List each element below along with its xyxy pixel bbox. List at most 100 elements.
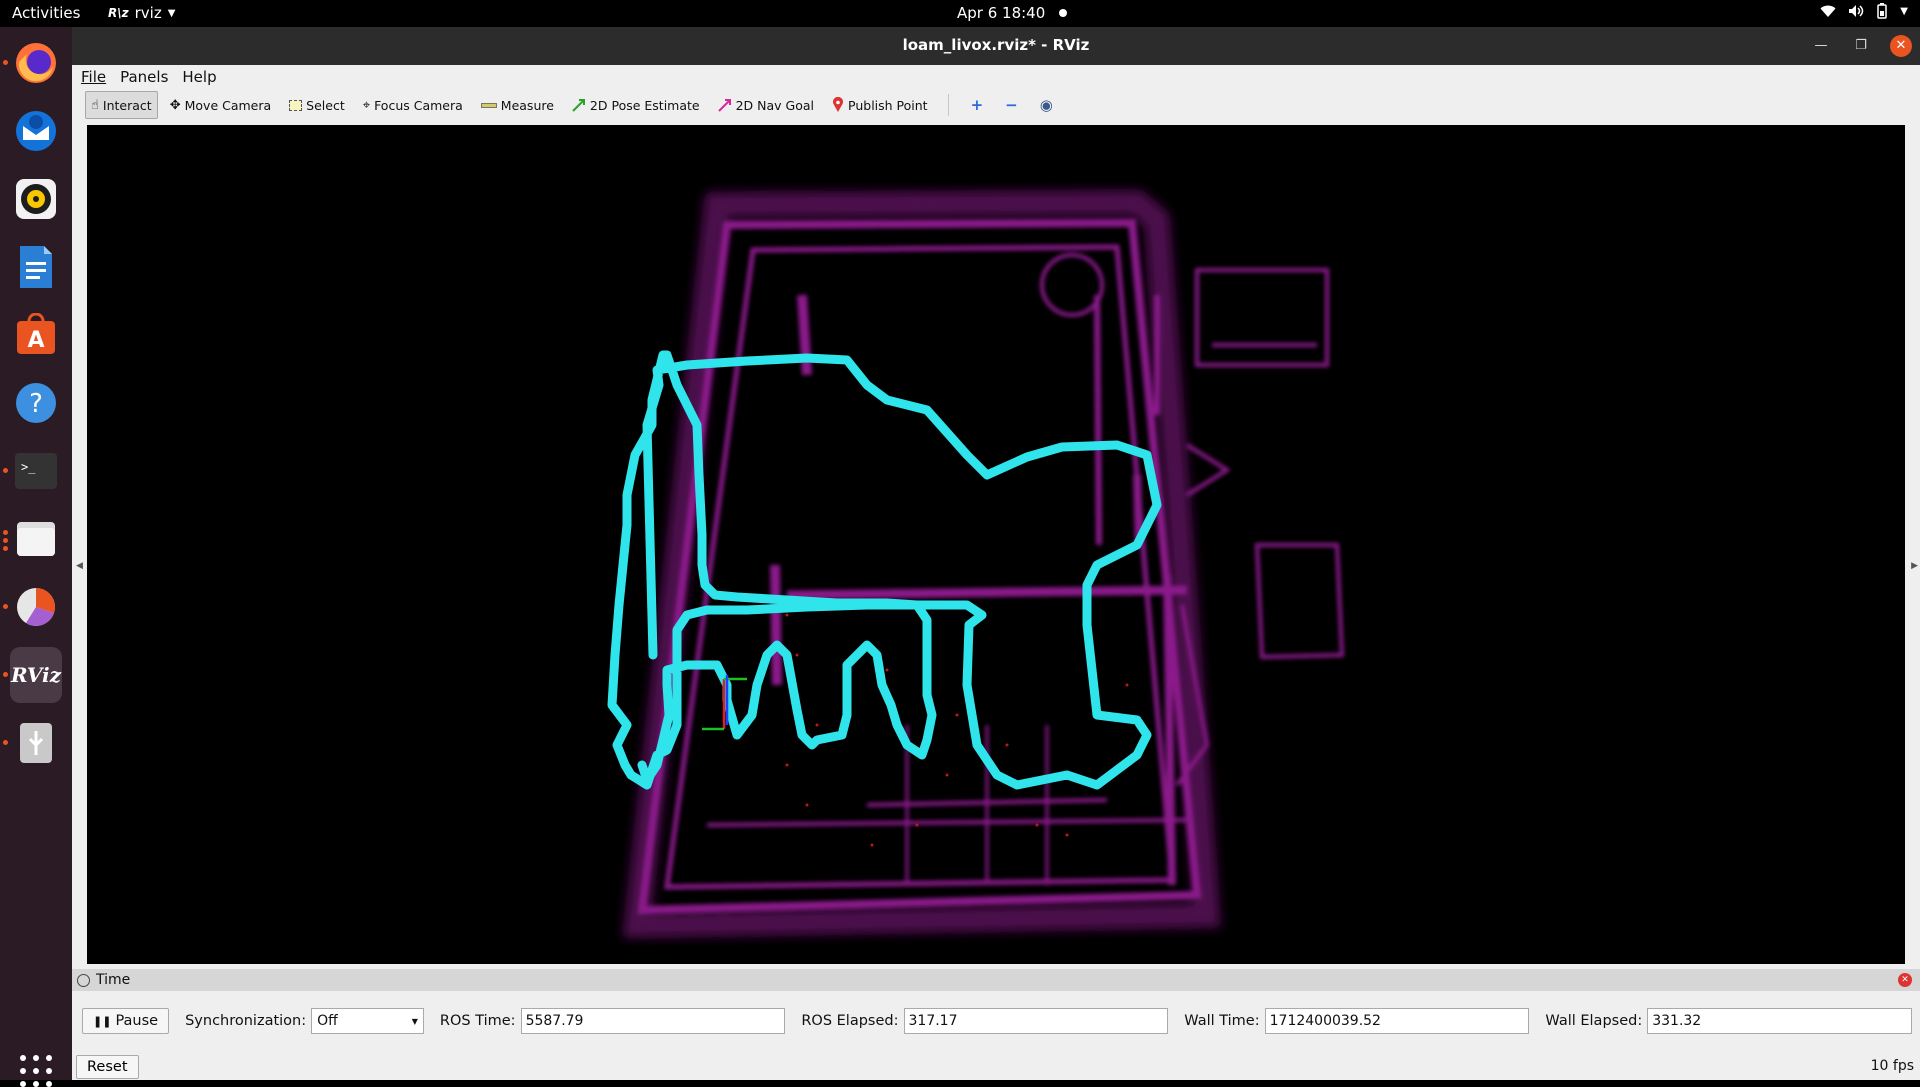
publish-point-tool-button[interactable]: Publish Point <box>826 91 934 119</box>
pause-label: Pause <box>115 1013 159 1029</box>
3d-render-view[interactable] <box>87 125 1905 964</box>
minimize-icon[interactable]: — <box>1810 35 1832 57</box>
thunderbird-icon <box>16 111 56 151</box>
focus-camera-label: Focus Camera <box>374 97 463 113</box>
time-panel-header: Time ✕ <box>72 969 1920 991</box>
dock-terminal[interactable]: >_ <box>10 445 62 497</box>
clock[interactable]: Apr 6 18:40 <box>957 4 1068 22</box>
rhythmbox-icon <box>16 179 56 219</box>
dock-writer[interactable] <box>10 241 62 293</box>
chevron-down-icon: ▼ <box>411 1016 418 1026</box>
dock-help[interactable]: ? <box>10 377 62 429</box>
running-indicator <box>3 468 8 473</box>
chevron-down-icon: ▼ <box>167 7 176 19</box>
running-indicator <box>3 60 8 65</box>
system-tray[interactable]: ▼ <box>1820 3 1908 19</box>
time-panel-title: Time <box>96 972 131 988</box>
dock: A ? >_ RViz <box>0 27 72 1087</box>
running-indicator <box>3 530 8 535</box>
render-panel-container: ◀ ▶ <box>72 121 1920 993</box>
app-menu[interactable]: R\z rviz ▼ <box>108 4 175 22</box>
help-icon: ? <box>16 383 56 423</box>
dock-thunderbird[interactable] <box>10 105 62 157</box>
running-indicator <box>3 604 8 609</box>
measure-tool-button[interactable]: Measure <box>475 91 560 119</box>
menu-panels[interactable]: Panels <box>120 68 168 86</box>
dock-files[interactable] <box>10 513 62 565</box>
pause-icon: ❚❚ <box>93 1014 112 1028</box>
ros-time-label: ROS Time: <box>439 1013 516 1029</box>
rviz-icon: RViz <box>10 663 62 687</box>
nav-goal-tool-button[interactable]: 2D Nav Goal <box>712 91 820 119</box>
rviz-window: loam_livox.rviz* - RViz — ❐ ✕ File Panel… <box>72 27 1920 1080</box>
move-camera-tool-button[interactable]: ✥ Move Camera <box>164 91 277 119</box>
clock-icon <box>77 973 90 987</box>
rviz-app-icon: R\z <box>108 6 129 20</box>
hand-pointer-icon: ☝ <box>91 97 99 113</box>
point-cloud-walls <box>622 189 1345 939</box>
interact-tool-button[interactable]: ☝ Interact <box>85 91 158 119</box>
wifi-icon <box>1820 5 1836 17</box>
ros-time-field[interactable]: 5587.79 <box>520 1008 786 1034</box>
dock-rhythmbox[interactable] <box>10 173 62 225</box>
time-panel: Time ✕ ❚❚ Pause Synchronization: Off ▼ R… <box>72 969 1920 1080</box>
sync-select[interactable]: Off ▼ <box>311 1008 424 1034</box>
focus-camera-tool-button[interactable]: ⌖ Focus Camera <box>357 91 469 119</box>
system-menu-chevron-icon: ▼ <box>1900 5 1908 17</box>
volume-icon <box>1849 5 1864 17</box>
right-collapse-arrow-icon[interactable]: ▶ <box>1911 561 1918 571</box>
wall-elapsed-value: 331.32 <box>1652 1013 1702 1029</box>
clock-label: Apr 6 18:40 <box>957 4 1046 22</box>
move-arrows-icon: ✥ <box>169 97 181 113</box>
show-applications-icon[interactable] <box>20 1055 52 1087</box>
window-titlebar[interactable]: loam_livox.rviz* - RViz — ❐ ✕ <box>72 27 1920 65</box>
close-panel-icon[interactable]: ✕ <box>1898 973 1912 987</box>
files-icon <box>17 522 55 556</box>
window-title: loam_livox.rviz* - RViz <box>902 36 1090 54</box>
dock-usb[interactable] <box>10 717 62 769</box>
wall-time-label: Wall Time: <box>1184 1013 1260 1029</box>
left-collapse-arrow-icon[interactable]: ◀ <box>76 561 83 571</box>
point-cloud-map <box>607 189 1345 939</box>
dock-rviz[interactable]: RViz <box>10 647 62 703</box>
running-indicator <box>3 538 8 543</box>
reset-label: Reset <box>87 1059 128 1075</box>
close-icon[interactable]: ✕ <box>1890 35 1912 57</box>
wall-time-field[interactable]: 1712400039.52 <box>1264 1008 1530 1034</box>
reset-button[interactable]: Reset <box>76 1055 139 1079</box>
wall-elapsed-label: Wall Elapsed: <box>1545 1013 1643 1029</box>
dock-software[interactable]: A <box>10 309 62 361</box>
remove-tool-icon[interactable]: − <box>1005 96 1018 114</box>
green-arrow-icon <box>572 99 585 112</box>
notification-dot-icon <box>1059 9 1068 17</box>
ros-time-value: 5587.79 <box>525 1013 584 1029</box>
magenta-arrow-icon <box>717 99 731 112</box>
odometry-trajectory <box>607 350 1162 790</box>
wall-elapsed-field[interactable]: 331.32 <box>1647 1008 1912 1034</box>
select-rect-icon <box>289 99 303 111</box>
add-tool-icon[interactable]: + <box>971 96 984 114</box>
running-indicator <box>3 672 8 677</box>
red-scan-points <box>785 613 1129 847</box>
pose-estimate-tool-button[interactable]: 2D Pose Estimate <box>566 91 706 119</box>
nav-goal-label: 2D Nav Goal <box>735 97 815 113</box>
ros-elapsed-label: ROS Elapsed: <box>801 1013 899 1029</box>
ros-elapsed-value: 317.17 <box>908 1013 958 1029</box>
menu-help[interactable]: Help <box>182 68 216 86</box>
firefox-icon <box>16 43 56 83</box>
dock-system-monitor[interactable] <box>10 581 62 633</box>
maximize-icon[interactable]: ❐ <box>1850 35 1872 57</box>
activities-button[interactable]: Activities <box>12 4 80 22</box>
eye-icon[interactable]: ◉ <box>1040 96 1053 114</box>
system-monitor-icon <box>17 588 55 626</box>
toolbar-separator <box>947 94 949 116</box>
sync-label: Synchronization: <box>185 1013 307 1029</box>
pause-button[interactable]: ❚❚ Pause <box>82 1008 170 1034</box>
select-tool-button[interactable]: Select <box>283 91 351 119</box>
select-label: Select <box>306 97 345 113</box>
ros-elapsed-field[interactable]: 317.17 <box>903 1008 1169 1034</box>
menu-file[interactable]: File <box>81 68 106 86</box>
svg-text:>_: >_ <box>21 460 36 474</box>
dock-firefox[interactable] <box>10 37 62 89</box>
usb-icon <box>20 723 52 763</box>
